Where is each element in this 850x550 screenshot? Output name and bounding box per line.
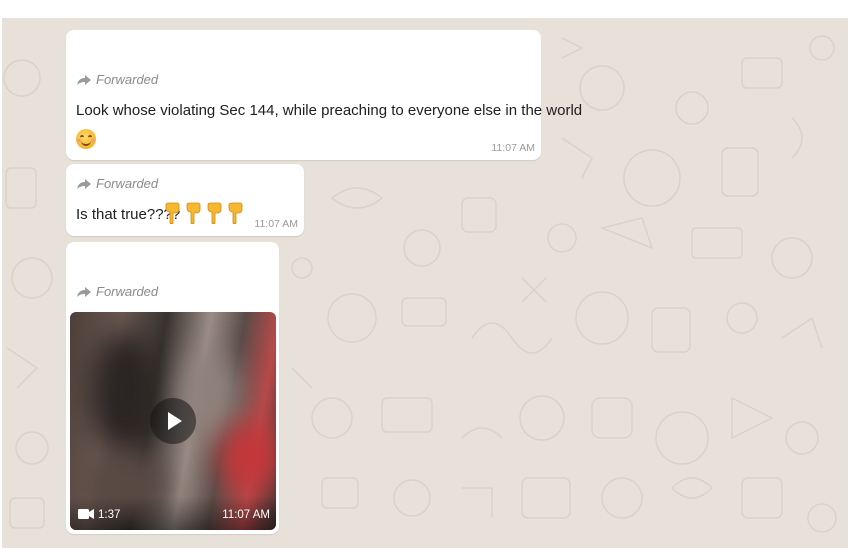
chat-panel: Forwarded Look whose violating Sec 144, … xyxy=(2,18,848,548)
video-duration: 1:37 xyxy=(98,509,121,521)
video-footer: 1:37 11:07 AM xyxy=(70,496,276,530)
message-text: Look whose violating Sec 144, while prea… xyxy=(76,102,583,119)
backhand-index-pointing-down-icon xyxy=(207,202,222,224)
backhand-index-pointing-down-icon xyxy=(165,202,180,224)
backhand-index-pointing-down-icon xyxy=(186,202,201,224)
video-thumbnail[interactable]: 1:37 11:07 AM xyxy=(70,312,276,530)
forwarded-icon xyxy=(77,178,91,189)
message-time: 11:07 AM xyxy=(491,142,535,154)
smiling-face-icon xyxy=(76,129,96,149)
forwarded-label: Forwarded xyxy=(76,72,158,87)
video-camera-icon xyxy=(78,509,94,519)
message-bubble[interactable]: Forwarded Is that true???? 11:07 AM xyxy=(66,164,304,236)
forwarded-label: Forwarded xyxy=(76,284,158,299)
message-bubble[interactable]: Forwarded Look whose violating Sec 144, … xyxy=(66,30,582,160)
forwarded-icon xyxy=(77,74,91,85)
play-icon[interactable] xyxy=(150,398,196,444)
forwarded-icon xyxy=(77,286,91,297)
backhand-index-pointing-down-icon xyxy=(228,202,243,224)
forwarded-label: Forwarded xyxy=(76,176,158,191)
message-time: 11:07 AM xyxy=(222,509,270,521)
message-bubble[interactable]: Forwarded 1:37 11:07 AM xyxy=(66,242,279,534)
message-time: 11:07 AM xyxy=(254,218,298,230)
